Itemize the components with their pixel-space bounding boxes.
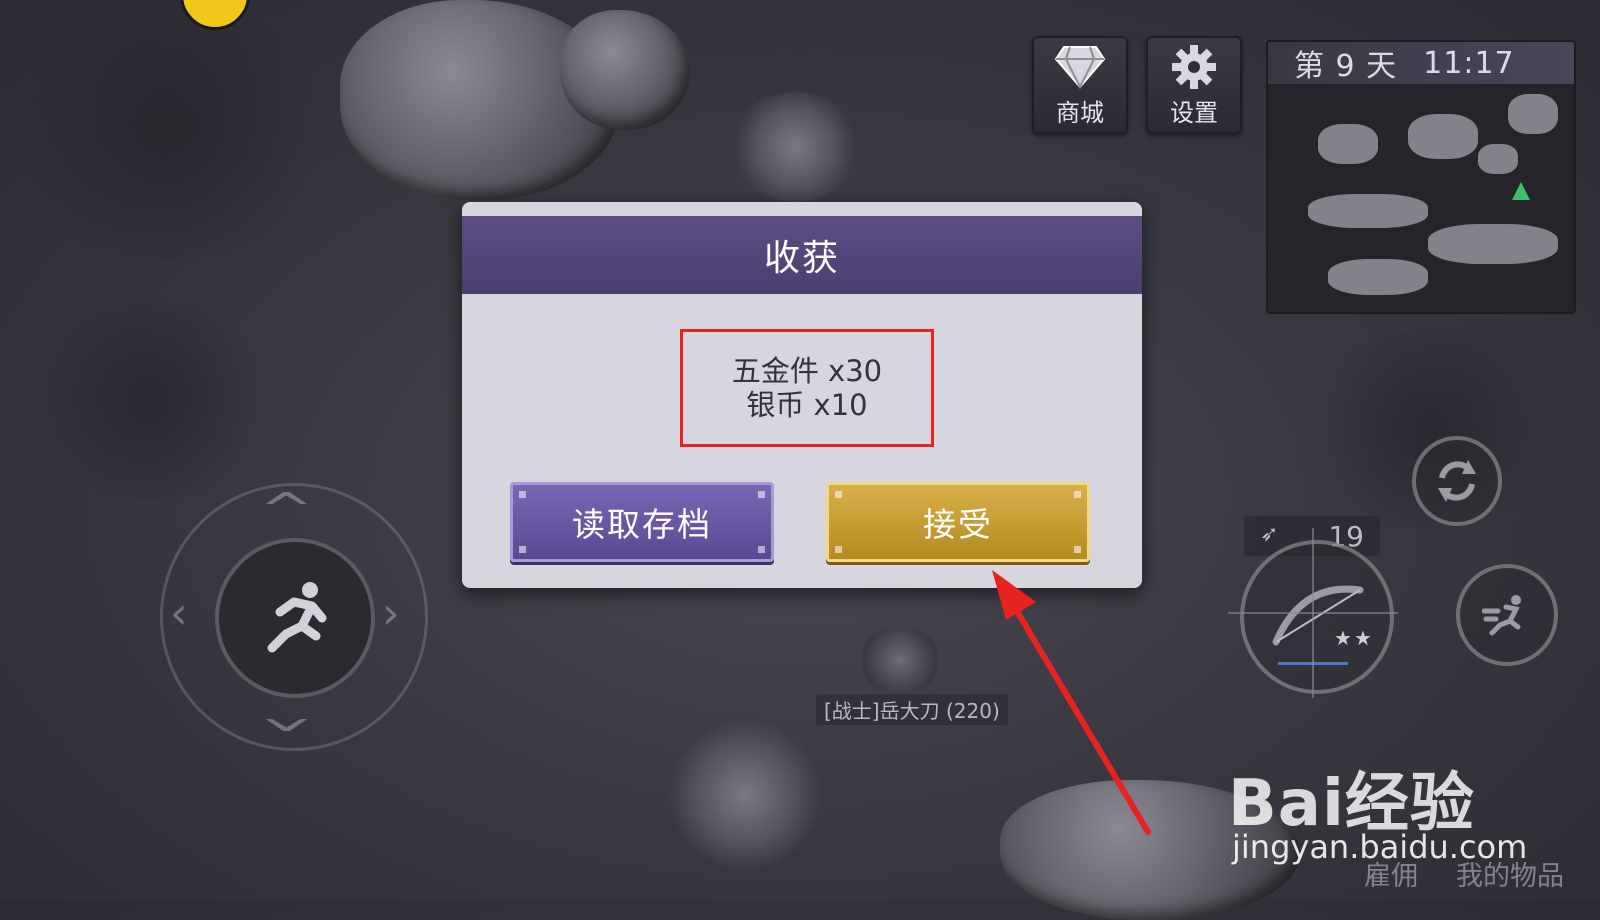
- load-save-label: 读取存档: [572, 505, 712, 544]
- day-time-display: 第 9 天 11:17: [1268, 42, 1574, 84]
- reward-item: 银币 x10: [746, 388, 868, 422]
- dialog-title: 收获: [763, 238, 840, 279]
- dialog-header: 收获: [462, 216, 1142, 294]
- star-icon: ★: [1354, 626, 1372, 650]
- chevron-left-icon: ‹: [170, 588, 188, 639]
- reward-list: 五金件 x30 银币 x10: [680, 329, 934, 447]
- sprint-button[interactable]: [1456, 564, 1558, 666]
- minimap-terrain-patch: [1408, 114, 1478, 159]
- annotation-arrow: [992, 570, 1151, 835]
- minimap-terrain-patch: [1328, 259, 1428, 295]
- minimap-terrain: [1268, 84, 1574, 312]
- minimap-terrain-patch: [1478, 144, 1518, 174]
- tree-stump: [730, 92, 860, 202]
- accept-label: 接受: [923, 505, 993, 544]
- run-button[interactable]: [215, 538, 375, 698]
- tree-stump: [670, 720, 820, 870]
- player-character[interactable]: [862, 628, 938, 692]
- player-name-tag: [战士]岳大刀 (220): [816, 694, 1008, 725]
- attack-button[interactable]: ★ ★: [1240, 540, 1394, 694]
- settings-button[interactable]: 设置: [1146, 36, 1242, 134]
- minimap-terrain-patch: [1318, 124, 1378, 164]
- accept-button[interactable]: 接受: [826, 482, 1090, 562]
- minimap-terrain-patch: [1508, 94, 1558, 134]
- gear-icon: [1172, 44, 1216, 89]
- foliage-cluster: [20, 300, 280, 500]
- reward-item: 五金件 x30: [731, 354, 883, 388]
- minimap[interactable]: 第 9 天 11:17: [1266, 40, 1576, 314]
- crosshair-v: [1312, 528, 1314, 698]
- running-man-icon: [267, 582, 327, 653]
- sprint-icon: [1482, 595, 1521, 636]
- shop-label: 商城: [1056, 98, 1104, 127]
- minimap-terrain-patch: [1308, 194, 1428, 228]
- time-text: 11:17: [1423, 45, 1515, 81]
- harvest-dialog: 收获 五金件 x30 银币 x10 读取存档 接受: [462, 202, 1142, 588]
- switch-weapon-button[interactable]: [1412, 436, 1502, 526]
- load-save-button[interactable]: 读取存档: [510, 482, 774, 562]
- minimap-terrain-patch: [1428, 224, 1558, 264]
- diamond-icon: [1054, 45, 1106, 89]
- arrow-icon: ➶: [1260, 522, 1279, 547]
- star-icon: ★: [1334, 626, 1352, 650]
- boulder: [560, 10, 690, 130]
- chevron-right-icon: ›: [382, 588, 400, 639]
- foliage-cluster: [0, 0, 340, 260]
- baidu-watermark-url: jingyan.baidu.com: [1232, 828, 1528, 866]
- chevron-up-icon: ^: [258, 484, 315, 535]
- settings-label: 设置: [1170, 98, 1218, 127]
- day-text: 第 9 天: [1294, 49, 1398, 84]
- shop-button[interactable]: 商城: [1032, 36, 1128, 134]
- refresh-icon: [1438, 460, 1476, 502]
- player-marker-icon: [1512, 182, 1530, 200]
